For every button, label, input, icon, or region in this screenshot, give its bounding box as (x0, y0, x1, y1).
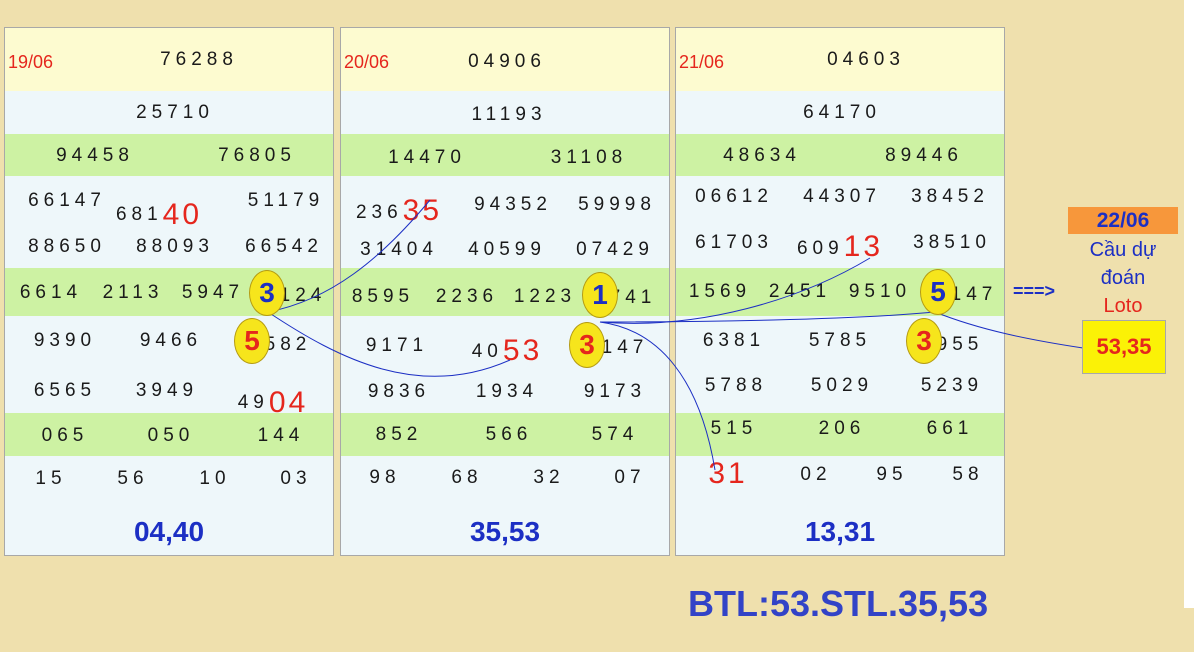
highlight-oval: 3 (569, 322, 605, 368)
prediction-date: 22/06 (1068, 207, 1178, 234)
pattern-line (934, 311, 1084, 349)
pattern-line (599, 321, 716, 471)
pattern-line (599, 311, 936, 323)
pattern-line (267, 311, 511, 377)
pattern-line (267, 199, 431, 313)
prediction-label-line: Loto (1103, 295, 1143, 317)
right-edge (1184, 0, 1194, 608)
prediction-label-line: Cầu dự (1089, 239, 1157, 261)
footer-text: BTL:53.STL.35,53 (688, 583, 989, 624)
highlight-oval: 5 (234, 318, 270, 364)
highlight-oval: 3 (249, 270, 285, 316)
highlight-oval: 1 (582, 272, 618, 318)
pattern-line (599, 257, 871, 324)
prediction-value: 53,35 (1082, 320, 1166, 374)
prediction-label: Cầu dự đoán Loto (1068, 236, 1178, 320)
highlight-oval: 3 (906, 318, 942, 364)
arrow-text: ===> (1013, 281, 1056, 301)
highlight-oval: 5 (920, 269, 956, 315)
prediction-label-line: đoán (1100, 267, 1146, 289)
